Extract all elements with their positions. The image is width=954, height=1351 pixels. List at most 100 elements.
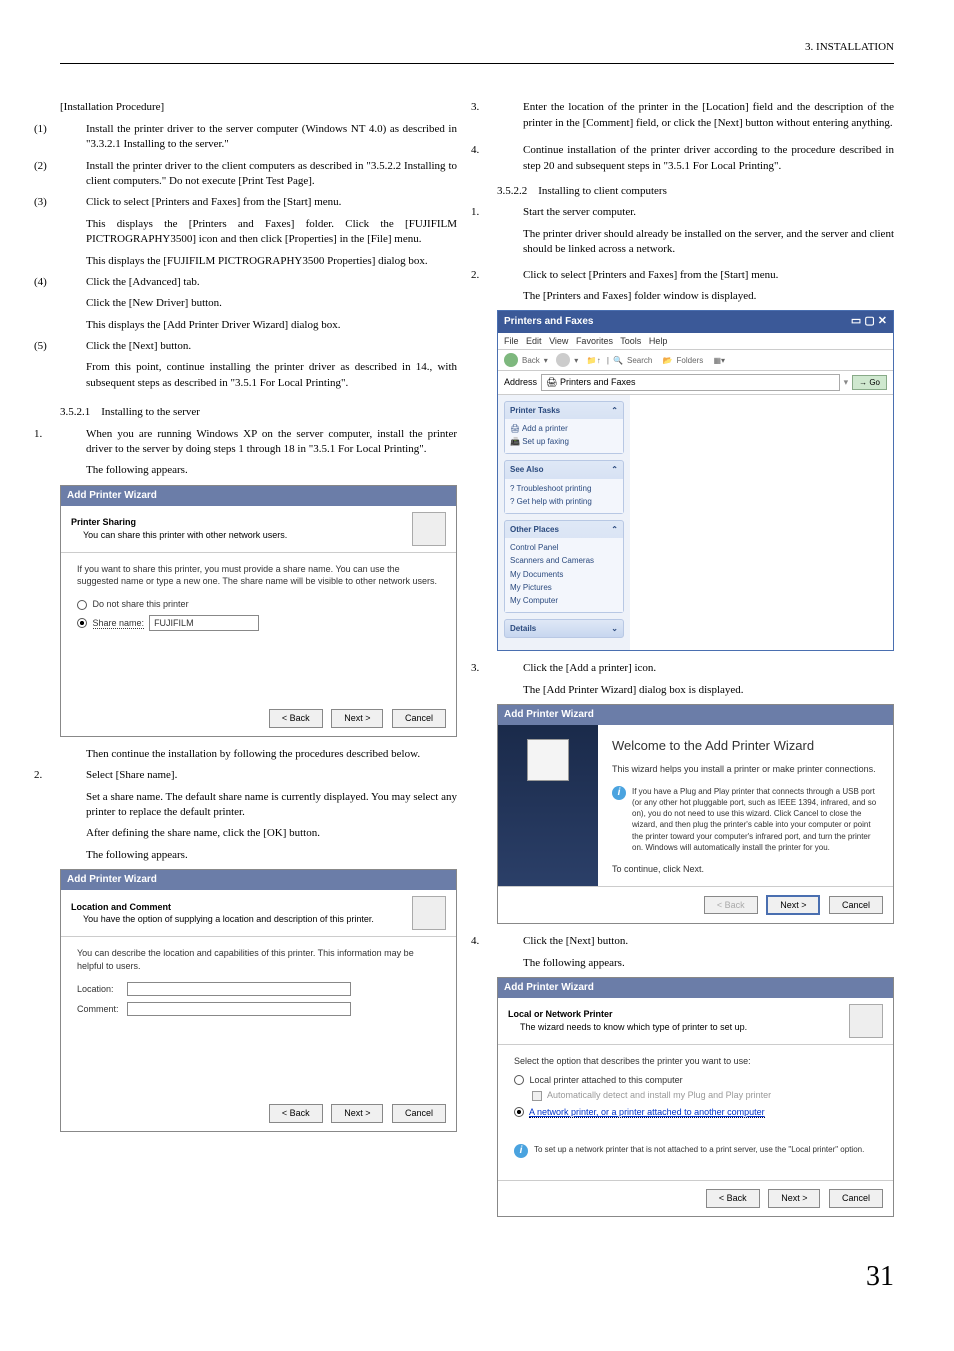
window-controls[interactable]: ▭ ▢ ✕ [851,314,887,329]
opt-local-printer: Local printer attached to this computer [530,1075,683,1085]
group-heading: Other Places [510,524,559,535]
sidebar-item-my-computer[interactable]: My Computer [510,594,618,607]
dialog-subheader: Location and Comment You have the option… [61,890,456,937]
after-ss1-text: Then continue the installation by follow… [60,747,457,762]
next-button[interactable]: Next > [766,895,820,916]
printer-icon [412,896,446,930]
forward-icon[interactable] [556,353,570,367]
sidebar-item-get-help[interactable]: ? Get help with printing [510,495,618,508]
radio-local-printer[interactable] [514,1075,524,1085]
info-icon: i [612,786,626,800]
sub-text: You have the option of supplying a locat… [71,914,374,924]
step-text: Click to select [Printers and Faxes] fro… [523,269,778,281]
wizard-body: Welcome to the Add Printer Wizard This w… [598,725,893,886]
step-text: Click the [Next] button. [86,340,191,352]
back-label: Back [522,355,540,366]
next-button[interactable]: Next > [768,1189,820,1208]
sidebar-item-troubleshoot[interactable]: ? Troubleshoot printing [510,482,618,495]
collapse-icon[interactable]: ⌃ [611,405,618,416]
step-text: When you are running Windows XP on the s… [86,428,457,455]
cancel-button[interactable]: Cancel [829,1189,883,1208]
folders-icon[interactable]: 📂 [663,355,673,366]
cancel-button[interactable]: Cancel [392,1104,446,1123]
sidebar-item-scanners[interactable]: Scanners and Cameras [510,554,618,567]
explorer-sidebar: Printer Tasks ⌃ 🖨 Add a printer 📠 Set up … [498,395,630,650]
step-num: 4. [497,934,523,949]
menu-view[interactable]: View [549,336,568,346]
step-num: 2. [497,268,523,283]
comment-label: Comment: [77,1003,127,1016]
collapse-icon[interactable]: ⌃ [611,524,618,535]
client-step-1-cont: The printer driver should already be ins… [497,227,894,258]
back-button[interactable]: < Back [269,1104,323,1123]
search-label: Search [627,355,652,366]
address-input[interactable]: 🖨 Printers and Faxes [541,374,840,391]
menubar[interactable]: File Edit View Favorites Tools Help [498,333,893,351]
back-button[interactable]: < Back [706,1189,760,1208]
step-num: 1. [60,427,86,442]
step-num: 4. [497,143,523,158]
dialog-body: If you want to share this printer, you m… [61,553,456,701]
go-button[interactable]: → Go [852,375,887,390]
next-button[interactable]: Next > [331,709,383,728]
next-button[interactable]: Next > [331,1104,383,1123]
item-label: Get help with printing [517,497,592,506]
views-icon[interactable]: ▦▾ [713,355,725,366]
step-num: (4) [60,275,86,290]
expand-icon[interactable]: ⌄ [611,623,618,634]
share-name-input[interactable]: FUJIFILM [149,615,259,632]
server-step-1-cont: The following appears. [60,463,457,478]
step-4-cont: Click the [New Driver] button. [60,296,457,311]
cancel-button[interactable]: Cancel [829,896,883,915]
menu-help[interactable]: Help [649,336,668,346]
sub-heading: Local or Network Printer [508,1009,613,1019]
location-input[interactable] [127,982,351,996]
collapse-icon[interactable]: ⌃ [611,464,618,475]
up-icon[interactable]: 📁↑ [587,355,601,366]
screenshot-printers-faxes-window: Printers and Faxes ▭ ▢ ✕ File Edit View … [497,310,894,651]
sidebar-item-my-pictures[interactable]: My Pictures [510,581,618,594]
cancel-button[interactable]: Cancel [392,709,446,728]
menu-edit[interactable]: Edit [526,336,542,346]
step-text: Click the [Advanced] tab. [86,276,200,288]
step-1: (1)Install the printer driver to the ser… [60,122,457,153]
wizard-info-text: If you have a Plug and Play printer that… [632,786,879,853]
sidebar-item-setup-faxing[interactable]: 📠 Set up faxing [510,435,618,448]
header-rule [60,63,894,64]
menu-tools[interactable]: Tools [620,336,641,346]
menu-file[interactable]: File [504,336,519,346]
step-text: Install the printer driver to the server… [86,123,457,150]
step-text: Install the printer driver to the client… [86,160,457,187]
client-step-3: 3.Click the [Add a printer] icon. [497,661,894,676]
back-icon[interactable] [504,353,518,367]
sidebar-other-places: Other Places ⌃ Control Panel Scanners and… [504,520,624,613]
radio-share-name[interactable] [77,618,87,628]
address-bar: Address 🖨 Printers and Faxes ▾ → Go [498,371,893,395]
sidebar-see-also: See Also⌃ ? Troubleshoot printing ? Get … [504,460,624,514]
sidebar-item-control-panel[interactable]: Control Panel [510,541,618,554]
search-icon[interactable]: 🔍 [613,355,623,366]
go-label: Go [869,378,880,387]
menu-favorites[interactable]: Favorites [576,336,613,346]
radio-no-share[interactable] [77,600,87,610]
back-button: < Back [704,896,758,915]
two-column-layout: [Installation Procedure] (1)Install the … [60,94,894,1227]
comment-input[interactable] [127,1002,351,1016]
dialog-title: Add Printer Wizard [61,486,456,506]
screenshot-printer-sharing: Add Printer Wizard Printer Sharing You c… [60,485,457,737]
step-3: (3)Click to select [Printers and Faxes] … [60,195,457,210]
right-step-4: 4.Continue installation of the printer d… [497,143,894,174]
step-text: Enter the location of the printer in the… [523,101,894,128]
sidebar-item-my-documents[interactable]: My Documents [510,568,618,581]
dialog-body: Select the option that describes the pri… [498,1045,893,1180]
body-text: Select the option that describes the pri… [514,1055,877,1068]
client-step-2: 2.Click to select [Printers and Faxes] f… [497,268,894,283]
step-5: (5)Click the [Next] button. [60,339,457,354]
sidebar-item-add-printer[interactable]: 🖨 Add a printer [510,422,618,435]
page-number: 31 [60,1257,894,1296]
server-step-2-cont3: The following appears. [60,848,457,863]
group-heading: Printer Tasks [510,405,560,416]
client-step-2-cont: The [Printers and Faxes] folder window i… [497,289,894,304]
back-button[interactable]: < Back [269,709,323,728]
radio-network-printer[interactable] [514,1107,524,1117]
